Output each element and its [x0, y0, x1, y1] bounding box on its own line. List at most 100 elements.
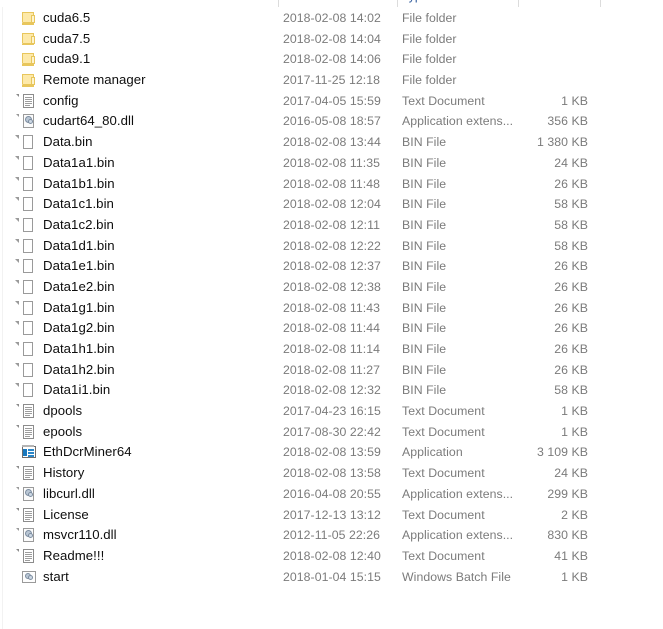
- file-row[interactable]: start 2018-01-04 15:15 Windows Batch File 1…: [0, 567, 663, 588]
- file-date-modified: 2018-02-08 12:38: [283, 279, 381, 294]
- file-date-modified: 2018-02-08 12:11: [283, 217, 380, 232]
- file-row[interactable]: Data1e2.bin 2018-02-08 12:38 BIN File 26 KB: [0, 277, 663, 298]
- file-size: 1 KB: [561, 424, 588, 439]
- file-name: libcurl.dll: [43, 485, 95, 501]
- file-icon-cell: [16, 507, 37, 523]
- file-name: Data1g1.bin: [43, 299, 115, 315]
- file-row[interactable]: dpools 2017-04-23 16:15 Text Document 1 KB: [0, 401, 663, 422]
- file-icon-cell: [15, 217, 37, 233]
- file-row[interactable]: Data1h1.bin 2018-02-08 11:14 BIN File 26 KB: [0, 339, 663, 360]
- file-name: Data1c1.bin: [43, 196, 114, 212]
- file-name: License: [43, 506, 89, 522]
- file-size: 24 KB: [554, 466, 588, 481]
- file-row[interactable]: msvcr110.dll 2012-11-05 22:26 Application …: [0, 525, 663, 546]
- file-name: Data1c2.bin: [43, 216, 114, 232]
- file-size: 299 KB: [547, 486, 588, 501]
- file-name: cuda6.5: [43, 10, 91, 25]
- file-date-modified: 2018-02-08 12:04: [283, 197, 381, 212]
- file-row[interactable]: Data1i1.bin 2018-02-08 12:32 BIN File 58 KB: [0, 380, 663, 401]
- file-row[interactable]: cuda7.5 2018-02-08 14:04 File folder: [0, 29, 663, 50]
- file-name: Data1h2.bin: [43, 361, 115, 377]
- file-size: 58 KB: [554, 217, 588, 232]
- file-row[interactable]: History 2018-02-08 13:58 Text Document 24 K…: [0, 463, 663, 484]
- file-list[interactable]: cuda6.5 2018-02-08 14:02 File folder cuda7.…: [0, 8, 663, 587]
- file-row[interactable]: config 2017-04-05 15:59 Text Document 1 KB: [0, 91, 663, 112]
- file-row[interactable]: Data1h2.bin 2018-02-08 11:27 BIN File 26 KB: [0, 360, 663, 381]
- file-name: Data1i1.bin: [43, 382, 111, 398]
- file-date-modified: 2018-02-08 12:37: [283, 259, 381, 274]
- file-row[interactable]: License 2017-12-13 13:12 Text Document 2 KB: [0, 505, 663, 526]
- file-name: config: [43, 92, 79, 108]
- file-row[interactable]: cuda6.5 2018-02-08 14:02 File folder: [0, 8, 663, 29]
- file-type: BIN File: [402, 197, 447, 212]
- column-divider-size-end[interactable]: [600, 0, 601, 7]
- file-date-modified: 2018-01-04 15:15: [283, 569, 381, 584]
- file-type: BIN File: [402, 135, 447, 150]
- file-date-modified: 2018-02-08 14:06: [283, 52, 381, 67]
- file-icon-cell: [15, 320, 37, 336]
- file-row[interactable]: libcurl.dll 2016-04-08 20:55 Application e…: [0, 484, 663, 505]
- file-row[interactable]: Data1a1.bin 2018-02-08 11:35 BIN File 24 KB: [0, 153, 663, 174]
- file-date-modified: 2018-02-08 14:02: [283, 11, 381, 25]
- file-icon-cell: [16, 424, 37, 440]
- file-row[interactable]: Data1g1.bin 2018-02-08 11:43 BIN File 26 KB: [0, 298, 663, 319]
- file-row[interactable]: cudart64_80.dll 2016-05-08 18:57 Applicati…: [0, 111, 663, 132]
- column-divider-name-date[interactable]: [278, 0, 279, 7]
- file-name: start: [43, 568, 69, 584]
- file-size: 26 KB: [554, 300, 588, 315]
- file-date-modified: 2018-02-08 11:43: [283, 300, 380, 315]
- file-type: BIN File: [402, 383, 447, 398]
- file-icon-cell: [15, 279, 37, 295]
- file-icon-cell: [15, 341, 37, 357]
- file-size: 26 KB: [554, 321, 588, 336]
- column-divider-type-size[interactable]: [518, 0, 519, 7]
- column-divider-date-type[interactable]: [397, 0, 398, 7]
- file-type: BIN File: [402, 321, 447, 336]
- file-size: 58 KB: [554, 383, 588, 398]
- file-date-modified: 2018-02-08 11:27: [283, 362, 380, 377]
- file-icon-cell: [15, 382, 37, 398]
- file-row[interactable]: Data1c2.bin 2018-02-08 12:11 BIN File 58 KB: [0, 215, 663, 236]
- file-row[interactable]: Data1b1.bin 2018-02-08 11:48 BIN File 26 KB: [0, 174, 663, 195]
- file-date-modified: 2012-11-05 22:26: [283, 528, 380, 543]
- file-name: Readme!!!: [43, 547, 105, 563]
- column-header-row[interactable]: Type: [0, 0, 663, 7]
- file-row[interactable]: cuda9.1 2018-02-08 14:06 File folder: [0, 49, 663, 70]
- file-row[interactable]: EthDcrMiner64 2018-02-08 13:59 Application…: [0, 442, 663, 463]
- file-name: Remote manager: [43, 72, 146, 88]
- file-type: BIN File: [402, 155, 447, 170]
- file-type: BIN File: [402, 176, 447, 191]
- file-type: File folder: [402, 31, 457, 46]
- file-type: BIN File: [402, 259, 447, 274]
- file-row[interactable]: Readme!!! 2018-02-08 12:40 Text Document 41…: [0, 546, 663, 567]
- file-row[interactable]: Data1d1.bin 2018-02-08 12:22 BIN File 58 KB: [0, 236, 663, 257]
- file-type: BIN File: [402, 342, 447, 356]
- file-row[interactable]: Data1g2.bin 2018-02-08 11:44 BIN File 26 KB: [0, 318, 663, 339]
- file-size: 1 KB: [561, 404, 588, 419]
- file-row[interactable]: epools 2017-08-30 22:42 Text Document 1 KB: [0, 422, 663, 443]
- file-name: History: [43, 465, 85, 481]
- file-type: File folder: [402, 73, 457, 88]
- file-date-modified: 2016-04-08 20:55: [283, 486, 381, 501]
- file-date-modified: 2018-02-08 11:35: [283, 155, 380, 170]
- file-row[interactable]: Data1e1.bin 2018-02-08 12:37 BIN File 26 KB: [0, 256, 663, 277]
- file-row[interactable]: Data.bin 2018-02-08 13:44 BIN File 1 380 KB: [0, 132, 663, 153]
- file-size: 58 KB: [554, 238, 588, 253]
- file-icon-cell: [15, 176, 37, 192]
- file-icon-cell: [21, 51, 37, 67]
- file-date-modified: 2017-08-30 22:42: [283, 424, 381, 439]
- file-icon-cell: [15, 300, 37, 316]
- file-date-modified: 2018-02-08 11:14: [283, 342, 380, 356]
- file-row[interactable]: Data1c1.bin 2018-02-08 12:04 BIN File 58 KB: [0, 194, 663, 215]
- file-icon-cell: [21, 31, 37, 47]
- file-row[interactable]: Remote manager 2017-11-25 12:18 File folde…: [0, 70, 663, 91]
- file-date-modified: 2018-02-08 12:32: [283, 383, 381, 398]
- file-icon-cell: [15, 238, 37, 254]
- file-icon-cell: [15, 196, 37, 212]
- file-icon-cell: [21, 444, 37, 460]
- file-name: Data1a1.bin: [43, 154, 115, 170]
- column-header-type[interactable]: Type: [402, 0, 428, 6]
- file-type: BIN File: [402, 300, 447, 315]
- file-icon-cell: [15, 134, 37, 150]
- file-size: 24 KB: [554, 155, 588, 170]
